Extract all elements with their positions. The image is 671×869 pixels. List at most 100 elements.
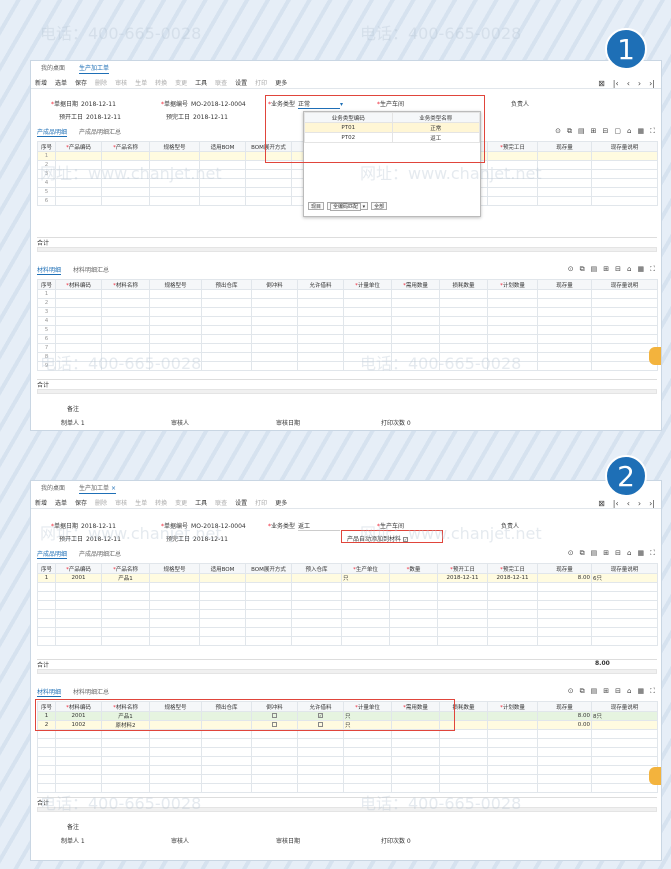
paste-icon[interactable]: ▤ [591,687,598,696]
table-row[interactable]: 1 [37,289,658,299]
insert-icon[interactable]: ⊞ [603,265,609,274]
next-record-icon[interactable]: › [638,499,641,508]
match-mode-select[interactable]: 全编码匹配 ▾ [327,202,369,211]
last-record-icon[interactable]: ›| [649,499,655,508]
delete-button[interactable]: 删除 [95,498,107,507]
pin-icon[interactable]: ⊙ [568,265,574,274]
locate-icon[interactable]: ⊠ [598,499,605,508]
more-button[interactable]: 更多 [275,78,287,87]
settings-button[interactable]: 设置 [235,498,247,507]
select-button[interactable]: 选单 [55,498,67,507]
table-row[interactable] [37,582,658,592]
expand-icon[interactable]: ⛶ [650,549,655,558]
filter-icon[interactable]: ⊟ [615,687,621,696]
audit-button[interactable]: 审核 [115,498,127,507]
tab-material-summary[interactable]: 材料明细汇总 [73,265,109,275]
save-button[interactable]: 保存 [75,78,87,87]
copy-icon[interactable]: ⧉ [567,127,572,136]
print-button[interactable]: 打印 [255,78,267,87]
table-row[interactable] [37,747,658,757]
note-field[interactable]: 备注 [67,404,79,413]
owner-field[interactable]: 负责人 [501,521,519,530]
table-row[interactable] [37,636,658,646]
first-record-icon[interactable]: |‹ [613,79,619,88]
generate-button[interactable]: 生单 [135,78,147,87]
select-button[interactable]: 选单 [55,78,67,87]
copy-icon[interactable]: ⧉ [580,265,585,274]
convert-button[interactable]: 转换 [155,78,167,87]
lookup-button[interactable]: 联查 [215,78,227,87]
tab-desktop[interactable]: 我的桌面 [41,63,65,74]
audit-button[interactable]: 审核 [115,78,127,87]
next-record-icon[interactable]: › [638,79,641,88]
tab-product-detail[interactable]: 产成品明细 [37,549,68,559]
convert-button[interactable]: 转换 [155,498,167,507]
insert-icon[interactable]: ⊞ [603,549,609,558]
tab-material-summary[interactable]: 材料明细汇总 [73,687,109,697]
workshop-field[interactable]: *生产车间 [377,521,404,530]
table-row[interactable] [37,783,658,793]
date-field[interactable]: *单据日期 2018-12-11 [51,99,116,108]
filter-icon[interactable]: ⊟ [615,549,621,558]
business-type-field[interactable]: *业务类型 返工 [268,521,341,531]
all-button[interactable]: 全部 [371,202,388,210]
owner-field[interactable]: 负责人 [511,99,529,108]
expand-icon[interactable]: ⛶ [650,265,655,274]
table-row[interactable] [37,600,658,610]
export-icon[interactable]: ▢ [614,127,621,136]
material-scrollbar[interactable] [37,389,657,394]
table-row[interactable] [37,591,658,601]
code-field[interactable]: *单据编号 MO-2018-12-0004 [161,521,246,530]
layout-icon[interactable]: ▦ [637,549,644,558]
start-date-field[interactable]: 预开工日 2018-12-11 [59,534,121,543]
filter-icon[interactable]: ⊟ [615,265,621,274]
table-row[interactable]: 3 [37,307,658,317]
layout-icon[interactable]: ▦ [637,687,644,696]
table-row[interactable]: 8 [37,352,658,362]
tab-desktop[interactable]: 我的桌面 [41,483,65,494]
layout-icon[interactable]: ▦ [637,265,644,274]
paste-icon[interactable]: ▤ [578,127,585,136]
tab-product-summary[interactable]: 产成品明细汇总 [79,549,121,559]
settings-button[interactable]: 设置 [235,78,247,87]
change-button[interactable]: 变更 [175,78,187,87]
tab-material-detail[interactable]: 材料明细 [37,687,62,697]
prev-record-icon[interactable]: ‹ [627,499,630,508]
prev-record-icon[interactable]: ‹ [627,79,630,88]
product-scrollbar[interactable] [37,669,657,674]
table-row[interactable] [37,756,658,766]
print-button[interactable]: 打印 [255,498,267,507]
lock-icon[interactable]: ⌂ [627,265,631,274]
save-button[interactable]: 保存 [75,498,87,507]
insert-icon[interactable]: ⊞ [603,687,609,696]
lookup-button[interactable]: 联查 [215,498,227,507]
table-row[interactable] [37,738,658,748]
tab-production-order[interactable]: 生产加工单 × [79,483,116,494]
tab-product-summary[interactable]: 产成品明细汇总 [79,127,121,137]
paste-icon[interactable]: ▤ [591,549,598,558]
table-row[interactable]: 4 [37,316,658,326]
pin-icon[interactable]: ⊙ [555,127,561,136]
table-row[interactable]: 5 [37,325,658,335]
table-row[interactable] [37,609,658,619]
table-row[interactable]: 2 [37,298,658,308]
locate-icon[interactable]: ⊠ [598,79,605,88]
tools-button[interactable]: 工具 [195,78,207,87]
table-row[interactable] [37,618,658,628]
more-button[interactable]: 更多 [275,498,287,507]
table-row[interactable]: 9 [37,361,658,371]
delete-button[interactable]: 删除 [95,78,107,87]
product-scrollbar[interactable] [37,247,657,252]
generate-button[interactable]: 生单 [135,498,147,507]
note-field[interactable]: 备注 [67,822,79,831]
pin-icon[interactable]: ⊙ [568,549,574,558]
pin-icon[interactable]: ⊙ [568,687,574,696]
table-row[interactable]: 1 2001 产品1 只 2018-12-11 2018-12-11 8.00 6只 [37,573,658,583]
copy-icon[interactable]: ⧉ [580,687,585,696]
layout-icon[interactable]: ▦ [637,127,644,136]
new-button[interactable]: 新增 [35,78,47,87]
tab-material-detail[interactable]: 材料明细 [37,265,62,275]
last-record-icon[interactable]: ›| [649,79,655,88]
paste-icon[interactable]: ▤ [591,265,598,274]
material-scrollbar[interactable] [37,807,657,812]
